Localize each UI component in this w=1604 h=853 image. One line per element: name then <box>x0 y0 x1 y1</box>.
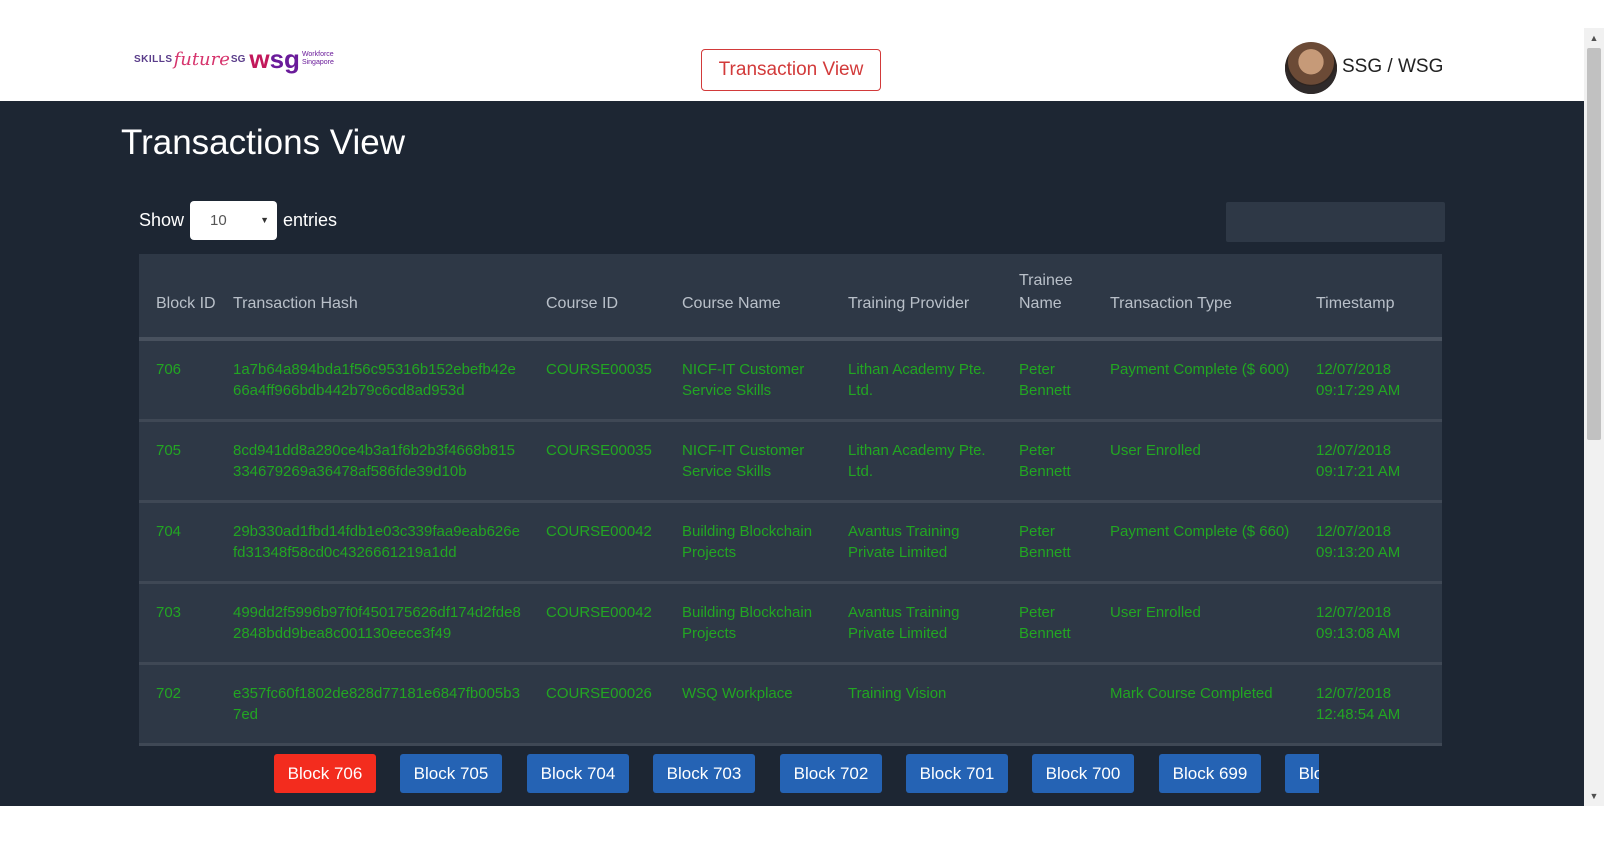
cell-block-id: 704 <box>156 523 182 540</box>
cell-timestamp: 12/07/2018 09:17:29 AM <box>1316 361 1401 399</box>
table-header-row: Block ID Transaction Hash Course ID Cour… <box>139 254 1442 341</box>
chevron-down-icon: ▼ <box>260 215 270 225</box>
entries-select-value: 10 <box>210 212 227 229</box>
column-header-transaction-hash[interactable]: Transaction Hash <box>216 254 529 341</box>
column-header-training-provider[interactable]: Training Provider <box>831 254 1002 341</box>
logo-future-text: future <box>173 48 230 70</box>
column-header-timestamp[interactable]: Timestamp <box>1299 254 1442 341</box>
cell-trainee-name: Peter Bennett <box>1019 442 1071 480</box>
cell-timestamp: 12/07/2018 12:48:54 AM <box>1316 685 1401 723</box>
viewport: SKILLS future SG w sg Workforce Singapor… <box>0 0 1584 806</box>
cell-trainee-name <box>1002 664 1093 745</box>
cell-transaction-hash: 1a7b64a894bda1f56c95316b152ebefb42e66a4f… <box>233 361 516 399</box>
column-header-course-name[interactable]: Course Name <box>665 254 831 341</box>
cell-block-id: 705 <box>156 442 182 459</box>
transactions-table: Block ID Transaction Hash Course ID Cour… <box>139 254 1442 746</box>
cell-course-name: Building Blockchain Projects <box>682 604 813 642</box>
cell-course-name: Building Blockchain Projects <box>682 523 813 561</box>
cell-training-provider: Avantus Training Private Limited <box>848 523 960 561</box>
logo-w-text: w <box>249 44 270 74</box>
header: SKILLS future SG w sg Workforce Singapor… <box>0 0 1584 101</box>
cell-transaction-hash: e357fc60f1802de828d77181e6847fb005b37ed <box>233 685 520 723</box>
cell-trainee-name: Peter Bennett <box>1019 361 1071 399</box>
cell-course-id: COURSE00026 <box>546 685 652 702</box>
cell-course-id: COURSE00035 <box>546 361 652 378</box>
search-input[interactable] <box>1226 202 1445 242</box>
cell-transaction-type: Mark Course Completed <box>1110 685 1273 702</box>
cell-course-name: NICF-IT Customer Service Skills <box>682 361 805 399</box>
scroll-up-arrow-icon[interactable]: ▲ <box>1584 30 1604 46</box>
avatar[interactable] <box>1285 42 1337 94</box>
table-row[interactable]: 705 8cd941dd8a280ce4b3a1f6b2b3f4668b8153… <box>139 420 1442 502</box>
cell-transaction-type: Payment Complete ($ 660) <box>1110 523 1290 540</box>
block-705-button[interactable]: Block 705 <box>400 754 502 793</box>
entries-label: entries <box>283 210 338 230</box>
cell-course-id: COURSE00042 <box>546 604 652 621</box>
cell-transaction-hash: 499dd2f5996b97f0f450175626df174d2fde8284… <box>233 604 521 642</box>
cell-training-provider: Avantus Training Private Limited <box>848 604 960 642</box>
block-706-button[interactable]: Block 706 <box>274 754 376 793</box>
main-content: Transactions View Show 10 ▼ entries Bloc… <box>0 101 1584 806</box>
column-header-trainee-name[interactable]: Trainee Name <box>1002 254 1093 341</box>
logo-workforce-line2: Singapore <box>301 59 334 66</box>
table-row[interactable]: 703 499dd2f5996b97f0f450175626df174d2fde… <box>139 582 1442 664</box>
cell-course-name: WSQ Workplace <box>682 685 793 702</box>
cell-timestamp: 12/07/2018 09:13:20 AM <box>1316 523 1401 561</box>
logo-sg-text: SG <box>230 53 246 65</box>
entries-length-control: Show 10 ▼ entries <box>139 201 337 240</box>
user-name[interactable]: SSG / WSG <box>1342 56 1443 78</box>
cell-block-id: 703 <box>156 604 182 621</box>
column-header-block-id[interactable]: Block ID <box>139 254 216 341</box>
table-row[interactable]: 706 1a7b64a894bda1f56c95316b152ebefb42e6… <box>139 339 1442 421</box>
cell-transaction-type: User Enrolled <box>1110 442 1201 459</box>
column-header-course-id[interactable]: Course ID <box>529 254 665 341</box>
block-702-button[interactable]: Block 702 <box>780 754 882 793</box>
show-label: Show <box>139 210 185 230</box>
cell-trainee-name: Peter Bennett <box>1019 604 1071 642</box>
column-header-transaction-type[interactable]: Transaction Type <box>1093 254 1299 341</box>
cell-transaction-type: User Enrolled <box>1110 604 1201 621</box>
cell-training-provider: Training Vision <box>848 685 947 702</box>
cell-block-id: 706 <box>156 361 182 378</box>
logo-workforce-line1: Workforce <box>301 51 334 58</box>
cell-training-provider: Lithan Academy Pte. Ltd. <box>848 442 986 480</box>
block-701-button[interactable]: Block 701 <box>906 754 1008 793</box>
scroll-down-arrow-icon[interactable]: ▼ <box>1584 788 1604 804</box>
table-row[interactable]: 702 e357fc60f1802de828d77181e6847fb005b3… <box>139 663 1442 745</box>
page-scrollbar[interactable]: ▲ ▼ <box>1584 28 1604 806</box>
cell-course-name: NICF-IT Customer Service Skills <box>682 442 805 480</box>
table-row[interactable]: 704 29b330ad1fbd14fdb1e03c339faa9eab626e… <box>139 501 1442 583</box>
block-704-button[interactable]: Block 704 <box>527 754 629 793</box>
scrollbar-thumb[interactable] <box>1587 48 1601 440</box>
cell-course-id: COURSE00035 <box>546 442 652 459</box>
logo-workforce-text: Workforce Singapore <box>302 51 334 67</box>
block-navigation-bar: Block 706 Block 705 Block 704 Block 703 … <box>274 754 1319 794</box>
cell-trainee-name: Peter Bennett <box>1019 523 1071 561</box>
block-703-button[interactable]: Block 703 <box>653 754 755 793</box>
logo-wsg-text: sg <box>269 44 300 74</box>
cell-transaction-hash: 29b330ad1fbd14fdb1e03c339faa9eab626efd31… <box>233 523 520 561</box>
cell-block-id: 702 <box>156 685 182 702</box>
block-699-button[interactable]: Block 699 <box>1159 754 1261 793</box>
cell-course-id: COURSE00042 <box>546 523 652 540</box>
cell-transaction-type: Payment Complete ($ 600) <box>1110 361 1290 378</box>
logo-skills-text: SKILLS <box>134 53 173 65</box>
cell-training-provider: Lithan Academy Pte. Ltd. <box>848 361 986 399</box>
cell-transaction-hash: 8cd941dd8a280ce4b3a1f6b2b3f4668b81533467… <box>233 442 515 480</box>
entries-select[interactable]: 10 ▼ <box>190 201 278 240</box>
cell-timestamp: 12/07/2018 09:13:08 AM <box>1316 604 1401 642</box>
block-698-button[interactable]: Block 698 <box>1285 754 1319 793</box>
block-700-button[interactable]: Block 700 <box>1032 754 1134 793</box>
transaction-view-button[interactable]: Transaction View <box>701 49 881 91</box>
cell-timestamp: 12/07/2018 09:17:21 AM <box>1316 442 1401 480</box>
skillsfuture-wsg-logo[interactable]: SKILLS future SG w sg Workforce Singapor… <box>134 44 334 74</box>
page-title: Transactions View <box>121 123 406 162</box>
